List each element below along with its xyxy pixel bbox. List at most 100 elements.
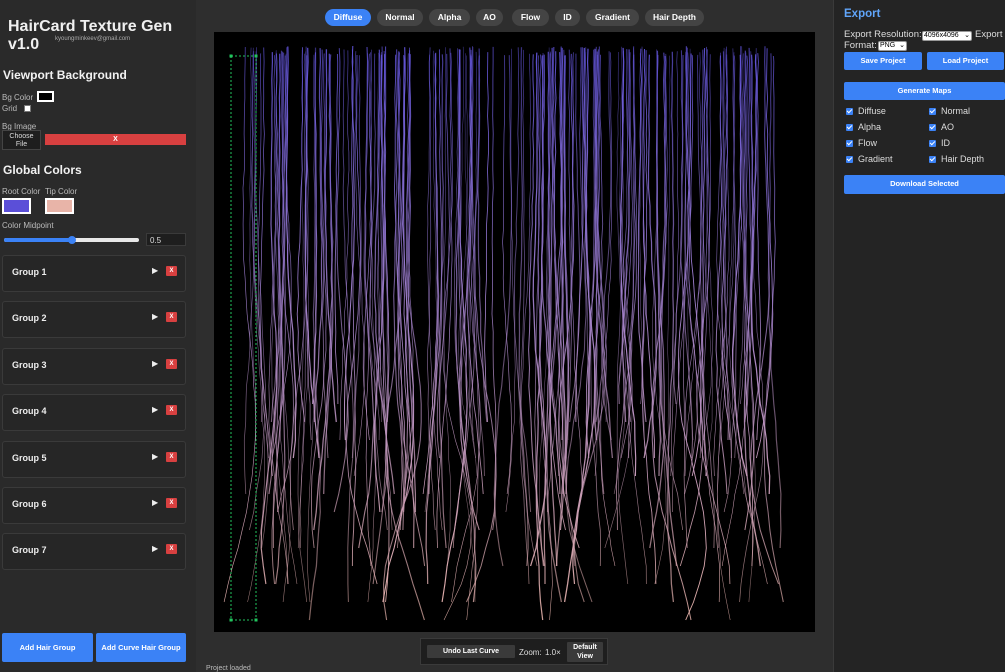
- grid-label: Grid: [2, 104, 18, 113]
- hair-strand: [308, 47, 322, 621]
- export-resolution-select[interactable]: 4096x4096 ⌄: [922, 31, 972, 41]
- expand-arrow-icon[interactable]: ▶: [152, 359, 158, 368]
- hair-strand: [384, 46, 390, 423]
- export-panel: Export Export Resolution: 4096x4096 ⌄ Exp…: [833, 0, 1005, 672]
- generate-maps-button[interactable]: Generate Maps: [844, 82, 1005, 100]
- tab-gradient[interactable]: Gradient: [586, 9, 639, 26]
- tip-color-swatch[interactable]: [45, 198, 74, 214]
- add-curve-hair-group-button[interactable]: Add Curve Hair Group: [96, 633, 186, 662]
- delete-group-button[interactable]: X: [166, 358, 177, 369]
- tip-color-label: Tip Color: [45, 187, 78, 196]
- export-format-label-part2: Format:: [844, 40, 877, 51]
- expand-arrow-icon[interactable]: ▶: [152, 312, 158, 321]
- color-midpoint-slider[interactable]: [4, 236, 139, 244]
- hair-group-panel[interactable]: Group 5 ▶ X: [2, 440, 186, 478]
- save-project-button[interactable]: Save Project: [844, 52, 922, 70]
- choose-file-button[interactable]: Choose File: [2, 130, 41, 150]
- hair-strand: [339, 50, 350, 441]
- zoom-value: 1.0×: [545, 648, 561, 657]
- hair-group-panel[interactable]: Group 1 ▶ X: [2, 255, 186, 292]
- delete-group-button[interactable]: X: [166, 312, 177, 323]
- load-project-button[interactable]: Load Project: [927, 52, 1004, 70]
- checkbox-normal[interactable]: [929, 108, 936, 115]
- checkbox-label-ao: AO: [941, 122, 955, 132]
- group-name: Group 6: [12, 499, 47, 509]
- tab-alpha[interactable]: Alpha: [429, 9, 470, 26]
- main-area: Diffuse Normal Alpha AO Flow ID Gradient Hair D…: [196, 0, 833, 672]
- hair-group-panel[interactable]: Group 2 ▶ X: [2, 301, 186, 339]
- slider-fill: [4, 238, 72, 242]
- checkbox-label-hair-depth: Hair Depth: [941, 154, 985, 164]
- hair-strand: [285, 46, 297, 459]
- expand-arrow-icon[interactable]: ▶: [152, 452, 158, 461]
- undo-last-curve-button[interactable]: Undo Last Curve: [427, 645, 515, 658]
- hair-strand: [667, 55, 671, 441]
- group-name: Group 5: [12, 452, 47, 463]
- download-selected-button[interactable]: Download Selected: [844, 175, 1005, 194]
- group-name: Group 3: [12, 359, 47, 370]
- expand-arrow-icon[interactable]: ▶: [152, 266, 158, 275]
- zoom-label: Zoom:: [519, 648, 542, 657]
- export-format-select[interactable]: PNG ⌄: [878, 41, 907, 51]
- export-format-value: PNG: [880, 42, 896, 49]
- hair-group-panel[interactable]: Group 6 ▶ X: [2, 487, 186, 524]
- expand-arrow-icon[interactable]: ▶: [152, 498, 158, 507]
- selection-box[interactable]: [229, 54, 258, 622]
- group-name: Group 7: [12, 545, 47, 556]
- hair-strands: [223, 45, 784, 621]
- export-heading: Export: [844, 8, 881, 20]
- checkbox-label-gradient: Gradient: [858, 154, 893, 164]
- hair-strand: [345, 54, 378, 585]
- default-view-button[interactable]: Default View: [567, 642, 603, 662]
- export-format-label-part1: Export: [975, 29, 1003, 40]
- checkbox-flow[interactable]: [846, 140, 853, 147]
- checkbox-id[interactable]: [929, 140, 936, 147]
- checkbox-label-flow: Flow: [858, 138, 878, 148]
- checkbox-diffuse[interactable]: [846, 108, 853, 115]
- left-sidebar: HairCard Texture Gen v1.0 kyoungminkeev@…: [0, 0, 196, 672]
- grid-checkbox[interactable]: [24, 105, 31, 112]
- delete-group-button[interactable]: X: [166, 498, 177, 508]
- app-subtitle: kyoungminkeev@gmail.com: [55, 36, 131, 42]
- checkbox-ao[interactable]: [929, 124, 936, 131]
- export-resolution-label: Export Resolution:: [844, 29, 922, 40]
- tab-flow[interactable]: Flow: [512, 9, 549, 26]
- slider-thumb[interactable]: [67, 236, 76, 244]
- export-resolution-value: 4096x4096: [924, 32, 959, 39]
- color-midpoint-input[interactable]: 0.5: [146, 233, 186, 246]
- hair-strand: [223, 46, 257, 603]
- tab-hair-depth[interactable]: Hair Depth: [645, 9, 704, 26]
- clear-bg-image-button[interactable]: X: [45, 134, 186, 145]
- hair-strand: [299, 53, 307, 549]
- hair-group-panel[interactable]: Group 4 ▶ X: [2, 394, 186, 432]
- checkbox-gradient[interactable]: [846, 156, 853, 163]
- group-name: Group 1: [12, 267, 47, 277]
- checkbox-label-diffuse: Diffuse: [858, 106, 886, 116]
- tab-normal[interactable]: Normal: [377, 9, 423, 26]
- hair-group-panel[interactable]: Group 3 ▶ X: [2, 347, 186, 385]
- canvas-toolbar: Undo Last Curve Zoom: 1.0× Default View: [420, 638, 608, 665]
- delete-group-button[interactable]: X: [166, 405, 177, 416]
- delete-group-button[interactable]: X: [166, 266, 177, 276]
- delete-group-button[interactable]: X: [166, 544, 177, 555]
- viewport-canvas[interactable]: [214, 32, 815, 632]
- group-name: Group 4: [12, 406, 47, 417]
- expand-arrow-icon[interactable]: ▶: [152, 405, 158, 414]
- hair-strand: [767, 53, 782, 549]
- viewport-background-heading: Viewport Background: [3, 68, 127, 82]
- tab-ao[interactable]: AO: [476, 9, 503, 26]
- root-color-swatch[interactable]: [2, 198, 31, 214]
- bg-color-swatch[interactable]: [37, 91, 54, 102]
- chevron-down-icon: ⌄: [964, 32, 970, 39]
- tab-id[interactable]: ID: [555, 9, 580, 26]
- add-hair-group-button[interactable]: Add Hair Group: [2, 633, 93, 662]
- status-text: Project loaded: [206, 665, 251, 672]
- hair-strand: [651, 52, 692, 621]
- tab-diffuse[interactable]: Diffuse: [325, 9, 371, 26]
- hair-group-panel[interactable]: Group 7 ▶ X: [2, 533, 186, 571]
- expand-arrow-icon[interactable]: ▶: [152, 544, 158, 553]
- delete-group-button[interactable]: X: [166, 451, 177, 462]
- checkbox-label-id: ID: [941, 138, 950, 148]
- checkbox-alpha[interactable]: [846, 124, 853, 131]
- checkbox-hair-depth[interactable]: [929, 156, 936, 163]
